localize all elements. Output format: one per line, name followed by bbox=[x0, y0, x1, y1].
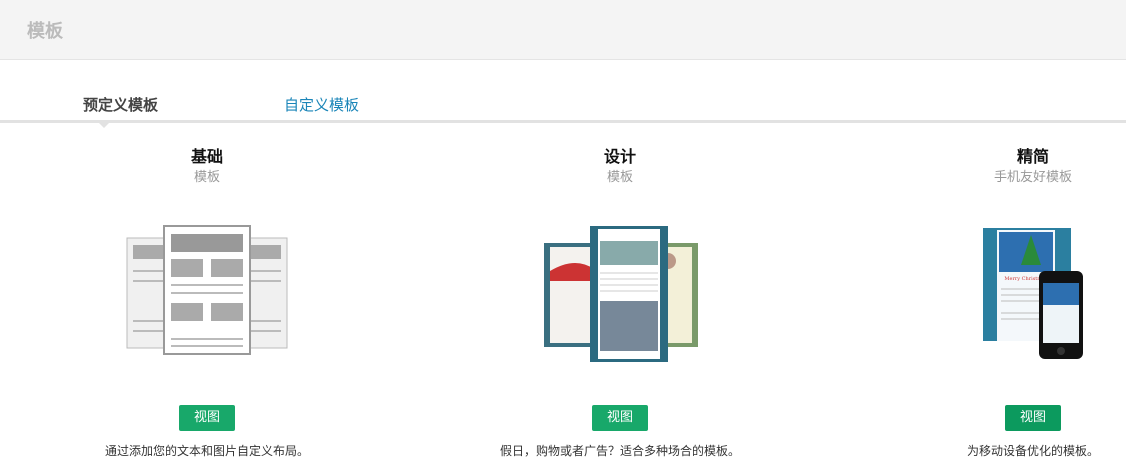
page-header: 模板 bbox=[0, 0, 1126, 60]
card-subtitle: 模板 bbox=[193, 170, 220, 185]
view-design-button[interactable]: 视图 bbox=[592, 405, 648, 431]
tab-predefined-templates[interactable]: 预定义模板 bbox=[83, 94, 158, 115]
template-tabs: 预定义模板 自定义模板 bbox=[0, 92, 1126, 123]
template-card-basic: 基础 模板 视图 通过添加您的文本和图片自定义布局。 bbox=[57, 143, 357, 459]
view-basic-button[interactable]: 视图 bbox=[179, 405, 235, 431]
tab-custom-templates[interactable]: 自定义模板 bbox=[284, 94, 359, 115]
card-subtitle: 手机友好模板 bbox=[993, 170, 1072, 185]
page-title: 模板 bbox=[27, 21, 63, 42]
card-title: 精简 bbox=[1016, 147, 1049, 166]
template-card-mobile: 精简 手机友好模板 Merry Christmas 视图 为移动设备优化的模板。 bbox=[883, 143, 1126, 459]
card-description: 为移动设备优化的模板。 bbox=[966, 444, 1099, 458]
card-subtitle: 模板 bbox=[606, 170, 633, 185]
view-mobile-button[interactable]: 视图 bbox=[1005, 405, 1061, 431]
template-card-design: 设计 模板 视图 假日，购物或者广告？适合多种场合的模板。 bbox=[470, 143, 770, 459]
card-description: 假日，购物或者广告？适合多种场合的模板。 bbox=[499, 444, 740, 458]
card-description: 通过添加您的文本和图片自定义布局。 bbox=[104, 444, 309, 458]
active-tab-caret bbox=[96, 120, 112, 128]
card-title: 基础 bbox=[190, 147, 223, 166]
mobile-template-icon: Merry Christmas bbox=[933, 221, 1126, 371]
card-title: 设计 bbox=[603, 147, 636, 166]
basic-layout-icon bbox=[107, 221, 307, 371]
design-templates-icon bbox=[520, 221, 720, 371]
